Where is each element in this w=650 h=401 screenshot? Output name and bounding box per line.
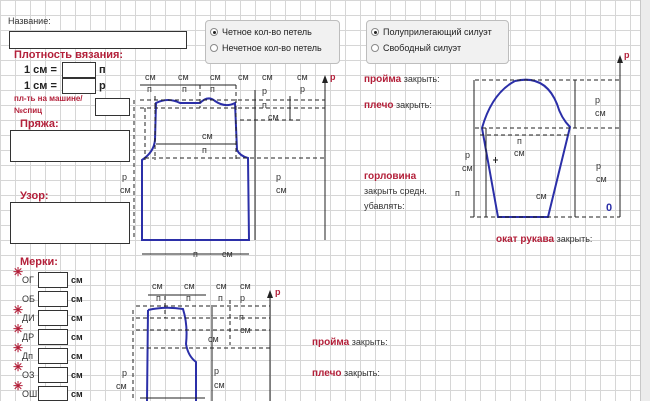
unit-r-label: р [276, 172, 282, 182]
unit-p-label: п [218, 293, 223, 303]
unit-cm-label: см [268, 112, 279, 122]
sleeve-cap-row: окат рукава закрыть: [496, 234, 592, 245]
unit-p-label: п [455, 188, 460, 198]
vertical-scrollbar[interactable] [640, 0, 650, 401]
shoulder-row-front: плечо закрыть: [312, 368, 380, 379]
armhole-row: пройма закрыть: [364, 74, 440, 85]
unit-p-label: п [186, 293, 191, 303]
unit-r-label: р [214, 366, 220, 376]
unit-cm-label: см [222, 249, 233, 259]
neck-title: горловина [364, 171, 417, 182]
unit-cm-label: см [276, 185, 287, 195]
shoulder-title-front: плечо [312, 368, 342, 379]
armhole-close-label-front: закрыть: [351, 337, 388, 347]
unit-r-label: р [624, 50, 630, 60]
unit-cm-label: см [152, 281, 163, 291]
unit-cm-label: см [514, 148, 525, 158]
shoulder-title: плечо [364, 100, 394, 111]
unit-cm-label: см [216, 281, 227, 291]
unit-cm-label: см [238, 72, 249, 82]
unit-p-label: п [202, 145, 207, 155]
unit-cm-label: см [462, 163, 473, 173]
armhole-title: пройма [364, 74, 402, 85]
unit-cm-label: см [240, 281, 251, 291]
arrow-icon [322, 75, 328, 83]
unit-r-label: р [595, 95, 601, 105]
unit-r-label: р [465, 150, 471, 160]
unit-cm-label: см [120, 185, 131, 195]
unit-cm-label: см [536, 191, 547, 201]
unit-cm-label: см [202, 131, 213, 141]
shoulder-close-label: закрыть: [396, 100, 432, 110]
unit-p-label: п [210, 84, 215, 94]
front-piece [146, 306, 197, 401]
neck-line2: убавлять: [364, 201, 405, 211]
unit-cm-label: см [214, 380, 225, 390]
armhole-row-front: пройма закрыть: [312, 337, 388, 348]
unit-cm-label: см [116, 381, 127, 391]
arrow-icon [617, 55, 623, 63]
unit-cm-label: см [262, 72, 273, 82]
sleeve-cap-title: окат рукава [496, 234, 555, 245]
unit-r-label: р [122, 368, 128, 378]
unit-p-label: п [193, 249, 198, 259]
unit-r-label: р [262, 86, 268, 96]
unit-r-label: р [240, 293, 246, 303]
armhole-title-front: пройма [312, 337, 350, 348]
unit-r-label: р [330, 72, 336, 82]
unit-p-label: п [262, 100, 267, 110]
armhole-close-label: закрыть: [403, 74, 440, 84]
unit-p-label: п [156, 293, 161, 303]
unit-p-label: п [182, 84, 187, 94]
unit-cm-label: см [596, 174, 607, 184]
arrow-icon [267, 290, 273, 298]
unit-r-label: р [596, 161, 602, 171]
unit-cm-label: см [595, 108, 606, 118]
neck-line1: закрыть средн. [364, 186, 427, 196]
unit-r-label: р [300, 84, 306, 94]
unit-cm-label: см [184, 281, 195, 291]
unit-r-label: р [122, 172, 128, 182]
unit-p-label: п [147, 84, 152, 94]
unit-p-label: п [517, 136, 522, 146]
sleeve-cap-close-label: закрыть: [556, 234, 593, 244]
shoulder-close-label-front: закрыть: [344, 368, 380, 378]
unit-cm-label: см [210, 72, 221, 82]
sleeve-piece [480, 78, 572, 218]
unit-cm-label: см [208, 334, 219, 344]
unit-cm-label: см [240, 325, 251, 335]
shoulder-row: плечо закрыть: [364, 100, 432, 111]
unit-cm-label: см [178, 72, 189, 82]
back-piece [141, 97, 251, 241]
unit-cm-label: см [297, 72, 308, 82]
unit-cm-label: см [145, 72, 156, 82]
unit-p-label: п [239, 312, 244, 322]
sleeve-value: 0 [606, 202, 613, 214]
unit-r-label: р [275, 287, 281, 297]
